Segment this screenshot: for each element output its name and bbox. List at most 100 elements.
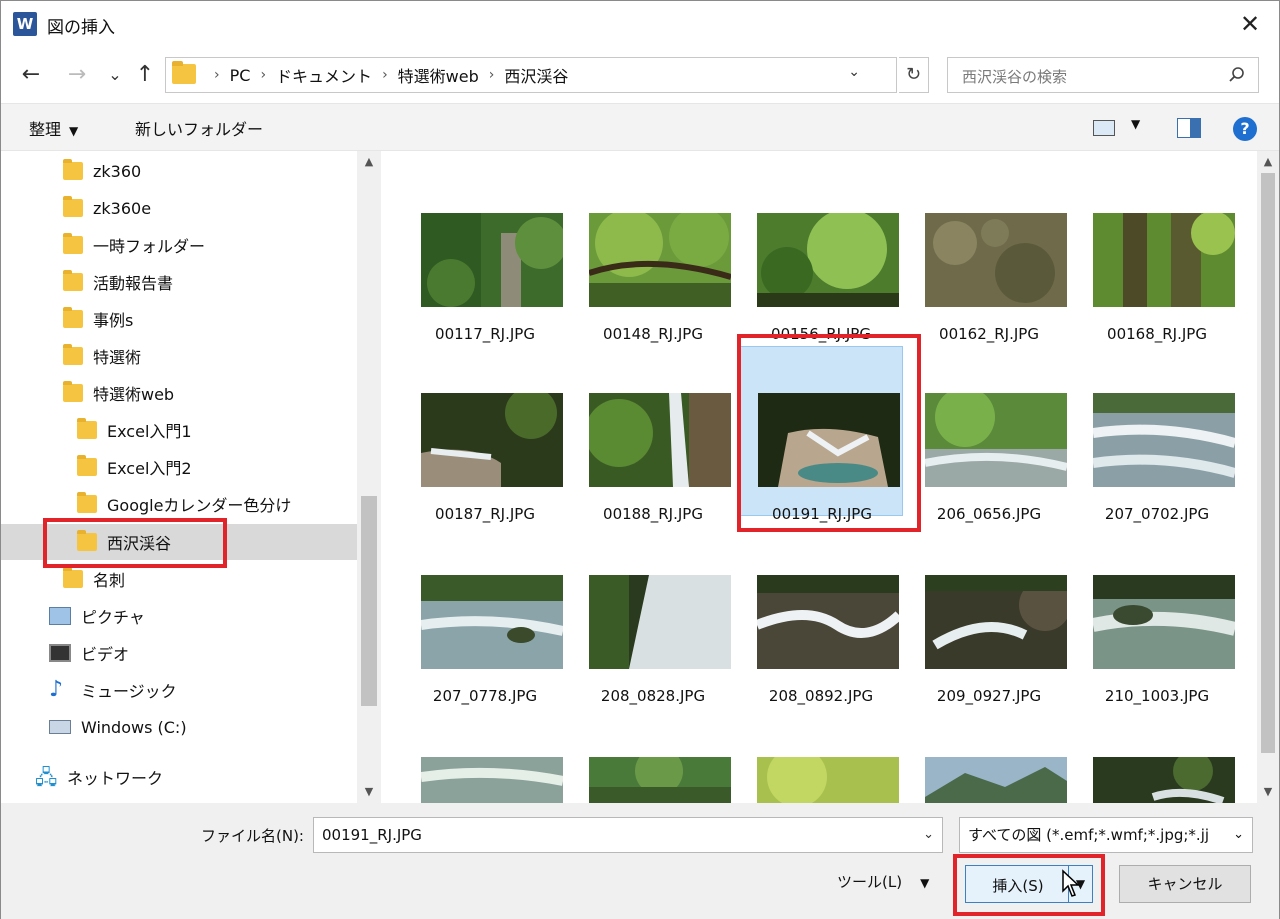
breadcrumb-nishizawa-keikoku[interactable]: 西沢渓谷 xyxy=(504,63,568,87)
chevron-right-icon[interactable]: › xyxy=(489,67,495,83)
tree-item-excel-2[interactable]: Excel入門2 xyxy=(77,449,192,485)
image-thumbnail xyxy=(589,393,731,487)
view-dropdown-icon[interactable]: ▼ xyxy=(1131,117,1140,131)
search-icon[interactable] xyxy=(1228,66,1246,84)
tree-item-zk360e[interactable]: zk360e xyxy=(63,190,151,226)
recent-locations-button[interactable]: ⌄ xyxy=(101,61,129,89)
tree-item-label: 活動報告書 xyxy=(93,274,174,293)
navigation-pane: zk360 zk360e 一時フォルダー 活動報告書 事例s 特選術 特選術we… xyxy=(1,151,383,803)
tree-item-label: zk360e xyxy=(93,198,152,218)
scroll-up-icon[interactable]: ▲ xyxy=(1257,151,1279,173)
folder-icon xyxy=(63,159,83,180)
file-item[interactable]: 00162_RJ.JPG xyxy=(907,201,1071,371)
breadcrumb-tokusenjutsu-web[interactable]: 特選術web xyxy=(398,63,479,87)
chevron-down-icon[interactable]: ⌄ xyxy=(923,818,934,852)
file-name: 00188_RJ.JPG xyxy=(603,505,703,523)
tree-item-label: 名刺 xyxy=(93,571,126,590)
help-icon[interactable]: ? xyxy=(1233,117,1257,141)
tree-item-excel-1[interactable]: Excel入門1 xyxy=(77,412,192,448)
music-icon: ♪ xyxy=(49,677,64,702)
chevron-right-icon[interactable]: › xyxy=(260,67,266,83)
word-app-icon: W xyxy=(13,12,37,36)
file-item[interactable] xyxy=(571,745,735,803)
file-name: 206_0656.JPG xyxy=(936,505,1042,523)
tree-item-windows-drive[interactable]: Windows (C:) xyxy=(49,709,187,745)
file-item[interactable]: 00148_RJ.JPG xyxy=(571,201,735,371)
scroll-thumb[interactable] xyxy=(361,496,377,706)
nav-scrollbar[interactable]: ▲ ▼ xyxy=(357,151,381,803)
file-item[interactable]: 210_1003.JPG xyxy=(1075,563,1239,733)
file-item[interactable]: 00117_RJ.JPG xyxy=(403,201,567,371)
tree-item-tokusenjutsu[interactable]: 特選術 xyxy=(63,338,141,374)
file-item[interactable]: 00168_RJ.JPG xyxy=(1075,201,1239,371)
close-button[interactable]: ✕ xyxy=(1233,7,1267,41)
file-item[interactable]: 207_0778.JPG xyxy=(403,563,567,733)
preview-pane-icon[interactable] xyxy=(1177,118,1201,138)
tree-item-cases[interactable]: 事例s xyxy=(63,301,133,337)
up-button[interactable]: ↑ xyxy=(131,61,159,89)
scroll-up-icon[interactable]: ▲ xyxy=(357,151,381,173)
folder-icon xyxy=(172,61,196,84)
tree-item-pictures[interactable]: ピクチャ xyxy=(49,598,145,634)
caret-down-icon: ▼ xyxy=(69,124,79,138)
highlight-box-folder xyxy=(43,518,227,568)
tree-item-temp-folder[interactable]: 一時フォルダー xyxy=(63,227,205,263)
tree-item-label: Windows (C:) xyxy=(81,717,187,737)
image-thumbnail xyxy=(421,757,563,803)
view-mode-icon[interactable] xyxy=(1093,120,1115,136)
organize-label: 整理 xyxy=(29,120,62,139)
tree-item-zk360[interactable]: zk360 xyxy=(63,153,141,189)
file-item[interactable]: 208_0892.JPG xyxy=(739,563,903,733)
tree-item-videos[interactable]: ビデオ xyxy=(49,635,129,671)
tree-item-tokusenjutsu-web[interactable]: 特選術web xyxy=(63,375,174,411)
file-item[interactable] xyxy=(907,731,1071,803)
breadcrumb-pc[interactable]: PC xyxy=(230,66,251,85)
mouse-cursor-icon xyxy=(1062,869,1080,897)
tree-item-activity-report[interactable]: 活動報告書 xyxy=(63,264,173,300)
file-name: 208_0892.JPG xyxy=(768,687,874,705)
insert-picture-dialog: W 図の挿入 ✕ ← → ⌄ ↑ › PC › ドキュメント › 特選術web … xyxy=(0,0,1280,919)
chevron-down-icon[interactable]: ⌄ xyxy=(1233,818,1244,852)
folder-icon xyxy=(63,233,83,254)
file-scrollbar[interactable]: ▲ ▼ xyxy=(1257,151,1279,803)
scroll-down-icon[interactable]: ▼ xyxy=(1257,781,1279,803)
file-item[interactable] xyxy=(739,745,903,803)
cancel-button[interactable]: キャンセル xyxy=(1119,865,1251,903)
address-bar[interactable]: › PC › ドキュメント › 特選術web › 西沢渓谷 ⌄ xyxy=(165,57,897,93)
scroll-thumb[interactable] xyxy=(1261,173,1275,753)
tree-item-google-calendar[interactable]: Googleカレンダー色分け xyxy=(77,486,291,522)
tree-item-label: ミュージック xyxy=(81,682,177,701)
file-name: 00117_RJ.JPG xyxy=(435,325,535,343)
tools-menu[interactable]: ツール(L) ▼ xyxy=(837,871,929,892)
file-item[interactable]: 209_0927.JPG xyxy=(907,563,1071,733)
chevron-right-icon[interactable]: › xyxy=(382,67,388,83)
organize-menu[interactable]: 整理 ▼ xyxy=(29,116,78,140)
file-item[interactable] xyxy=(1075,731,1239,803)
scroll-down-icon[interactable]: ▼ xyxy=(357,781,381,803)
address-dropdown-icon[interactable]: ⌄ xyxy=(848,64,860,80)
new-folder-button[interactable]: 新しいフォルダー xyxy=(135,116,263,140)
tree-item-music[interactable]: ♪ ミュージック xyxy=(49,672,177,708)
forward-button[interactable]: → xyxy=(63,61,91,89)
file-item[interactable] xyxy=(403,745,567,803)
search-input[interactable]: 西沢渓谷の検索 xyxy=(947,57,1259,93)
file-item[interactable]: 00187_RJ.JPG xyxy=(403,381,567,551)
file-item[interactable]: 208_0828.JPG xyxy=(571,563,735,733)
refresh-button[interactable]: ↻ xyxy=(899,57,929,93)
file-type-select[interactable]: すべての図 (*.emf;*.wmf;*.jpg;*.jj ⌄ xyxy=(959,817,1253,853)
file-item[interactable]: 00188_RJ.JPG xyxy=(571,381,735,551)
file-name: 208_0828.JPG xyxy=(600,687,706,705)
file-name: 207_0702.JPG xyxy=(1104,505,1210,523)
caret-down-icon: ▼ xyxy=(920,876,930,890)
dialog-title: 図の挿入 xyxy=(47,18,115,38)
file-item[interactable]: 206_0656.JPG xyxy=(907,381,1071,551)
tree-item-network[interactable]: 🖧 ネットワーク xyxy=(35,759,163,795)
file-item[interactable]: 207_0702.JPG xyxy=(1075,381,1239,551)
image-thumbnail xyxy=(589,757,731,803)
breadcrumb-documents[interactable]: ドキュメント xyxy=(276,63,372,87)
filename-input[interactable]: 00191_RJ.JPG ⌄ xyxy=(313,817,943,853)
tree-item-label: Excel入門2 xyxy=(107,459,192,478)
image-thumbnail xyxy=(757,757,899,803)
back-button[interactable]: ← xyxy=(17,61,45,89)
image-thumbnail xyxy=(421,393,563,487)
